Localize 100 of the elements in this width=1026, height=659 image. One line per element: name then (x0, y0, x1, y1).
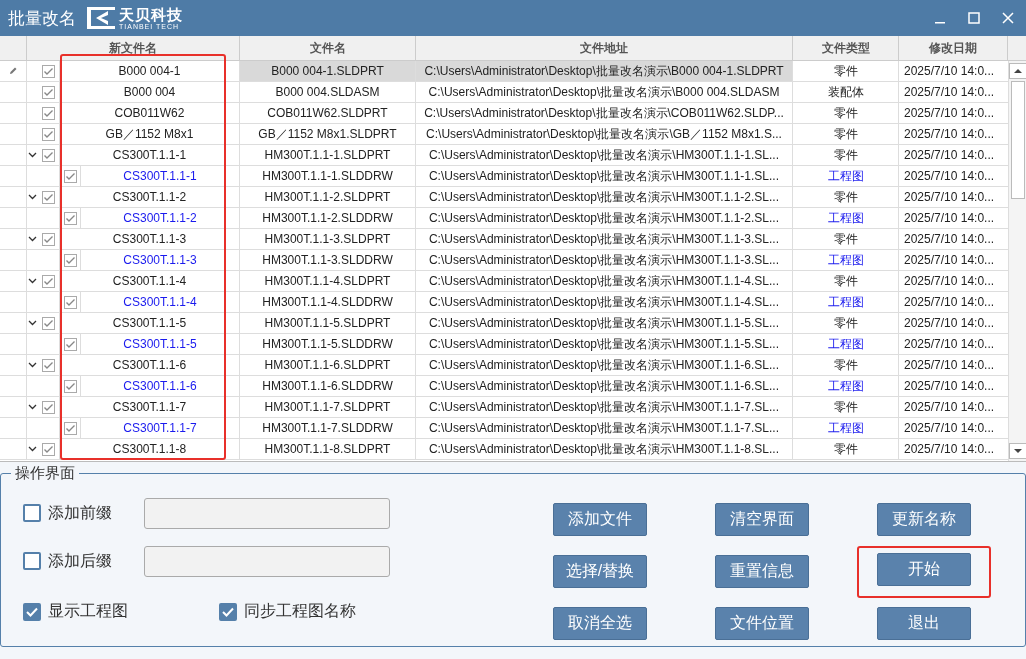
table-cell: HM300T.1.1-5.SLDPRT (264, 316, 391, 330)
chevron-icon[interactable] (28, 446, 37, 452)
checkbox[interactable] (42, 400, 55, 414)
checkbox[interactable] (42, 358, 55, 372)
table-cell: HM300T.1.1-3.SLDPRT (264, 232, 391, 246)
table-cell: HM300T.1.1-1.SLDPRT (264, 148, 391, 162)
table-cell: CS300T.1.1-2 (123, 211, 197, 225)
table-cell: CS300T.1.1-4 (123, 295, 197, 309)
checkbox[interactable] (63, 421, 77, 435)
column-header[interactable]: 文件类型 (793, 36, 899, 60)
checkbox[interactable] (42, 64, 55, 78)
table-row[interactable]: CS300T.1.1-2 HM300T.1.1-2.SLDPRT C:\Users\Administrator\Desktop\批量改名演示\HM300T.1.1-2.SL... 零件 2025/7/10 14:0... (0, 187, 1008, 208)
column-header[interactable]: 文件地址 (416, 36, 793, 60)
table-row[interactable]: CS300T.1.1-1 HM300T.1.1-1.SLDPRT C:\Users\Administrator\Desktop\批量改名演示\HM300T.1.1-1.SL... 零件 2025/7/10 14:0... (0, 145, 1008, 166)
table-row[interactable]: GB／1152 M8x1 GB／1152 M8x1.SLDPRT C:\Users\Administrator\Desktop\批量改名演示\GB／1152 M8x1.S... 零件 2025/7/10 14:0... (0, 124, 1008, 145)
scroll-thumb[interactable] (1011, 81, 1025, 199)
checkbox[interactable] (42, 106, 55, 120)
table-row[interactable]: CS300T.1.1-7 HM300T.1.1-7.SLDDRW C:\Users\Administrator\Desktop\批量改名演示\HM300T.1.1-7.SL... 工程图 2025/7/10 14:0... (0, 418, 1008, 439)
close-icon[interactable] (1002, 12, 1014, 24)
input-field[interactable] (144, 545, 390, 577)
input-field[interactable] (144, 497, 390, 529)
checkbox-label: 同步工程图名称 (244, 601, 356, 621)
table-row[interactable]: CS300T.1.1-6 HM300T.1.1-6.SLDDRW C:\Users\Administrator\Desktop\批量改名演示\HM300T.1.1-6.SL... 工程图 2025/7/10 14:0... (0, 376, 1008, 397)
checkbox[interactable] (42, 148, 55, 162)
chevron-icon[interactable] (28, 278, 37, 284)
table-cell: C:\Users\Administrator\Desktop\批量改名演示\B000 004.SLDASM (428, 83, 780, 101)
action-button[interactable]: 开始 (877, 553, 971, 586)
chevron-icon[interactable] (28, 152, 37, 158)
table-cell: C:\Users\Administrator\Desktop\批量改名演示\HM300T.1.1-2.SL... (428, 209, 780, 227)
column-header[interactable]: 文件名 (240, 36, 416, 60)
table-cell: CS300T.1.1-1 (112, 148, 187, 162)
column-header[interactable]: 新文件名 (27, 36, 240, 60)
table-row[interactable]: CS300T.1.1-6 HM300T.1.1-6.SLDPRT C:\Users\Administrator\Desktop\批量改名演示\HM300T.1.1-6.SL... 零件 2025/7/10 14:0... (0, 355, 1008, 376)
table-cell: CS300T.1.1-3 (123, 253, 197, 267)
checkbox[interactable] (42, 85, 55, 99)
table-row[interactable]: CS300T.1.1-5 HM300T.1.1-5.SLDDRW C:\Users\Administrator\Desktop\批量改名演示\HM300T.1.1-5.SL... 工程图 2025/7/10 14:0... (0, 334, 1008, 355)
checkbox[interactable] (63, 337, 77, 351)
table-cell: HM300T.1.1-6.SLDDRW (262, 379, 393, 393)
checkbox[interactable] (42, 127, 55, 141)
checkbox[interactable] (42, 442, 55, 456)
action-button[interactable]: 选择/替换 (553, 555, 647, 588)
checkbox[interactable] (23, 504, 41, 522)
table-cell: 2025/7/10 14:0... (904, 421, 995, 435)
checkbox[interactable] (63, 211, 77, 225)
table-cell: HM300T.1.1-1.SLDDRW (262, 169, 393, 183)
scroll-up-icon[interactable] (1009, 63, 1026, 79)
window-title: 批量改名 (8, 7, 76, 30)
table-cell: C:\Users\Administrator\Desktop\批量改名演示\GB／1152 M8x1.S... (426, 125, 782, 143)
table-cell: 工程图 (827, 377, 864, 395)
checkbox[interactable] (219, 602, 237, 621)
table-row[interactable]: CS300T.1.1-3 HM300T.1.1-3.SLDPRT C:\Users\Administrator\Desktop\批量改名演示\HM300T.1.1-3.SL... 零件 2025/7/10 14:0... (0, 229, 1008, 250)
chevron-icon[interactable] (28, 362, 37, 368)
table-row[interactable]: COB011W62 COB011W62.SLDPRT C:\Users\Administrator\Desktop\批量改名演示\COB011W62.SLDP... 零件 2025/7/10 14:0... (0, 103, 1008, 124)
checkbox[interactable] (42, 190, 55, 204)
chevron-icon[interactable] (28, 194, 37, 200)
table-row[interactable]: CS300T.1.1-8 HM300T.1.1-8.SLDPRT C:\Users\Administrator\Desktop\批量改名演示\HM300T.1.1-8.SL... 零件 2025/7/10 14:0... (0, 439, 1008, 460)
checkbox[interactable] (42, 316, 55, 330)
checkbox[interactable] (63, 253, 77, 267)
table-cell: CS300T.1.1-3 (112, 232, 187, 246)
checkbox[interactable] (42, 274, 55, 288)
chevron-icon[interactable] (28, 404, 37, 410)
table-cell: 工程图 (827, 167, 864, 185)
chevron-icon[interactable] (28, 320, 37, 326)
table-row[interactable]: CS300T.1.1-4 HM300T.1.1-4.SLDDRW C:\Users\Administrator\Desktop\批量改名演示\HM300T.1.1-4.SL... 工程图 2025/7/10 14:0... (0, 292, 1008, 313)
maximize-icon[interactable] (968, 12, 980, 24)
pencil-icon (8, 66, 18, 76)
table-row[interactable]: CS300T.1.1-1 HM300T.1.1-1.SLDDRW C:\Users\Administrator\Desktop\批量改名演示\HM300T.1.1-1.SL... 工程图 2025/7/10 14:0... (0, 166, 1008, 187)
action-button[interactable]: 更新名称 (877, 503, 971, 536)
action-button[interactable]: 添加文件 (553, 503, 647, 536)
checkbox[interactable] (63, 169, 77, 183)
table-row[interactable]: CS300T.1.1-2 HM300T.1.1-2.SLDDRW C:\Users\Administrator\Desktop\批量改名演示\HM300T.1.1-2.SL... 工程图 2025/7/10 14:0... (0, 208, 1008, 229)
logo-name: 天贝科技 (119, 6, 183, 22)
table-row[interactable]: CS300T.1.1-7 HM300T.1.1-7.SLDPRT C:\Users\Administrator\Desktop\批量改名演示\HM300T.1.1-7.SL... 零件 2025/7/10 14:0... (0, 397, 1008, 418)
table-row[interactable]: B000 004-1 B000 004-1.SLDPRT C:\Users\Administrator\Desktop\批量改名演示\B000 004-1.SLDPRT 零件 2025/7/10 14:0... (0, 61, 1008, 82)
action-button[interactable]: 退出 (877, 607, 971, 640)
chevron-icon[interactable] (28, 236, 37, 242)
table-row[interactable]: B000 004 B000 004.SLDASM C:\Users\Administrator\Desktop\批量改名演示\B000 004.SLDASM 装配体 2025/7/10 14:0... (0, 82, 1008, 103)
table-row[interactable]: CS300T.1.1-3 HM300T.1.1-3.SLDDRW C:\Users\Administrator\Desktop\批量改名演示\HM300T.1.1-3.SL... 工程图 2025/7/10 14:0... (0, 250, 1008, 271)
table-cell: CS300T.1.1-5 (112, 316, 187, 330)
table-cell: C:\Users\Administrator\Desktop\批量改名演示\HM300T.1.1-8.SL... (428, 440, 780, 458)
table-cell: 2025/7/10 14:0... (904, 442, 995, 456)
action-button[interactable]: 文件位置 (715, 607, 809, 640)
checkbox-label: 添加后缀 (48, 550, 112, 571)
scrollbar[interactable] (1008, 61, 1026, 461)
action-button[interactable]: 重置信息 (715, 555, 809, 588)
table-row[interactable]: CS300T.1.1-5 HM300T.1.1-5.SLDPRT C:\Users\Administrator\Desktop\批量改名演示\HM300T.1.1-5.SL... 零件 2025/7/10 14:0... (0, 313, 1008, 334)
checkbox[interactable] (63, 379, 77, 393)
checkbox[interactable] (23, 552, 41, 570)
checkbox[interactable] (42, 232, 55, 246)
column-header[interactable]: 修改日期 (899, 36, 1008, 60)
table-cell: C:\Users\Administrator\Desktop\批量改名演示\HM300T.1.1-2.SL... (428, 188, 780, 206)
table-cell: C:\Users\Administrator\Desktop\批量改名演示\HM300T.1.1-1.SL... (428, 146, 780, 164)
checkbox[interactable] (23, 602, 41, 621)
action-button[interactable]: 取消全选 (553, 607, 647, 640)
scroll-down-icon[interactable] (1009, 443, 1026, 459)
table-row[interactable]: CS300T.1.1-4 HM300T.1.1-4.SLDPRT C:\Users\Administrator\Desktop\批量改名演示\HM300T.1.1-4.SL... 零件 2025/7/10 14:0... (0, 271, 1008, 292)
table-cell: 工程图 (827, 419, 864, 437)
checkbox[interactable] (63, 295, 77, 309)
action-button[interactable]: 清空界面 (715, 503, 809, 536)
table-cell: HM300T.1.1-4.SLDPRT (264, 274, 391, 288)
